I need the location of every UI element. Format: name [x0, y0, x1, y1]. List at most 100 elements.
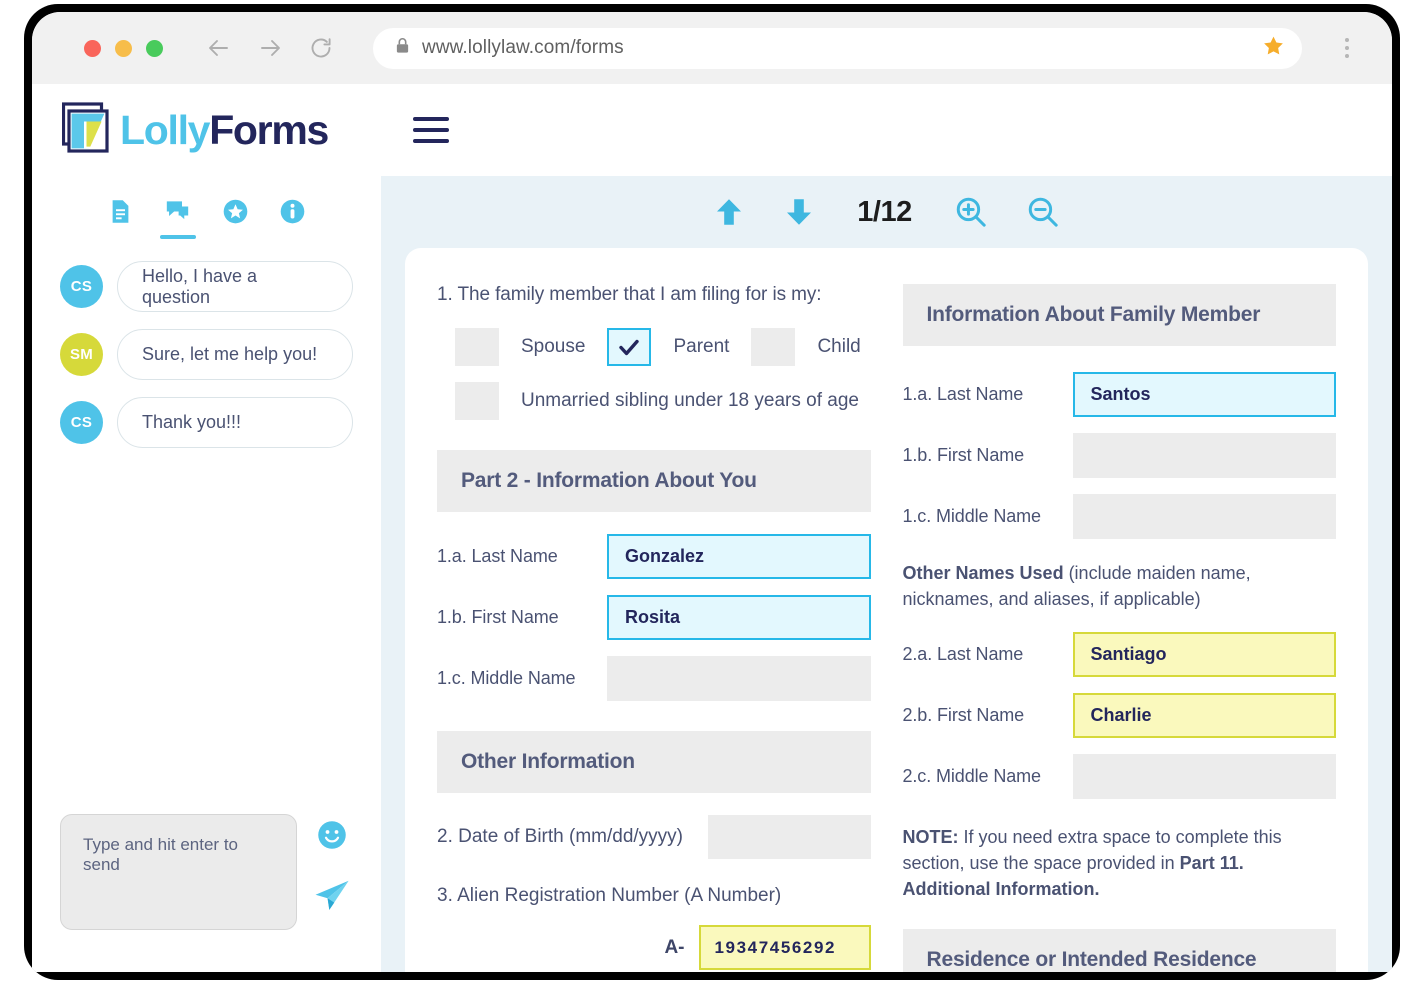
- zoom-in-icon[interactable]: [954, 195, 988, 229]
- checkmark-icon: [619, 339, 640, 356]
- chat-bubble: Sure, let me help you!: [117, 329, 353, 380]
- section-heading-family-member: Information About Family Member: [902, 284, 1336, 346]
- chat-message: SM Sure, let me help you!: [60, 329, 353, 380]
- browser-chrome: www.lollylaw.com/forms: [32, 12, 1392, 84]
- browser-nav-buttons: [207, 36, 333, 60]
- date-of-birth-label: 2. Date of Birth (mm/dd/yyyy): [437, 826, 684, 847]
- other-name-input-last-name[interactable]: Santiago: [1072, 632, 1336, 678]
- note-label: NOTE:: [902, 827, 959, 848]
- sidebar: LollyForms CS Hello, I have a question S…: [32, 84, 381, 972]
- app-body: LollyForms CS Hello, I have a question S…: [32, 84, 1392, 972]
- bookmark-star-icon[interactable]: [1263, 35, 1284, 61]
- viewer-toolbar: 1/12: [397, 176, 1376, 248]
- checkbox-parent[interactable]: [607, 328, 652, 366]
- family-field-input-last-name[interactable]: Santos: [1072, 372, 1336, 417]
- field-row: 1.b. First Name: [902, 433, 1336, 478]
- field-row: 1.a. Last Name Gonzalez: [437, 534, 871, 579]
- other-name-input-first-name[interactable]: Charlie: [1072, 693, 1336, 739]
- form-page-card: 1. The family member that I am filing fo…: [405, 248, 1368, 972]
- checkbox-unmarried-sibling[interactable]: [455, 382, 499, 420]
- arrow-up-icon[interactable]: [713, 196, 745, 228]
- a-number-prefix: A-: [664, 936, 685, 958]
- back-icon[interactable]: [207, 36, 231, 60]
- page-indicator: 1/12: [857, 195, 912, 228]
- field-label: 1.a. Last Name: [437, 546, 558, 566]
- avatar: CS: [60, 401, 103, 444]
- field-label: 1.a. Last Name: [902, 384, 1024, 404]
- composer-actions: [311, 814, 353, 930]
- other-names-used-note: Other Names Used (include maiden name, n…: [903, 561, 1337, 612]
- logo-text-lolly: Lolly: [120, 106, 210, 153]
- sidebar-tab-favorites[interactable]: [213, 198, 257, 239]
- chat-message: CS Thank you!!!: [60, 397, 353, 448]
- field-label: 2.b. First Name: [902, 705, 1025, 726]
- url-text: www.lollylaw.com/forms: [422, 37, 624, 58]
- send-paper-plane-icon[interactable]: [313, 877, 351, 920]
- sidebar-tab-info[interactable]: [271, 198, 315, 239]
- chat-message: CS Hello, I have a question: [60, 261, 353, 312]
- field-row: 2.b. First Name Charlie: [902, 693, 1336, 739]
- info-icon: [281, 199, 305, 224]
- field-row: 2.a. Last Name Santiago: [902, 632, 1336, 678]
- checkbox-label-spouse: Spouse: [521, 336, 586, 357]
- date-of-birth-row: 2. Date of Birth (mm/dd/yyyy): [437, 815, 871, 859]
- avatar: CS: [60, 265, 103, 308]
- checkbox-child[interactable]: [751, 328, 796, 366]
- document-icon: [112, 200, 128, 223]
- forward-icon[interactable]: [258, 36, 282, 60]
- browser-window: www.lollylaw.com/forms LollyForms CS Hel…: [32, 12, 1392, 972]
- sidebar-tab-chat[interactable]: [156, 198, 200, 239]
- browser-menu-icon[interactable]: [1336, 38, 1358, 58]
- additional-information-note: NOTE: If you need extra space to complet…: [903, 825, 1337, 903]
- chat-message-list: CS Hello, I have a question SM Sure, let…: [32, 239, 381, 448]
- reload-icon[interactable]: [309, 36, 333, 60]
- other-names-used-bold: Other Names Used: [902, 563, 1064, 583]
- address-bar[interactable]: www.lollylaw.com/forms: [373, 27, 1302, 69]
- smiley-icon[interactable]: [317, 820, 347, 855]
- chat-input[interactable]: [60, 814, 297, 930]
- maximize-window-button[interactable]: [146, 39, 163, 57]
- logo-text-forms: Forms: [209, 106, 329, 153]
- field-label: 1.c. Middle Name: [902, 506, 1042, 526]
- family-field-input-middle-name[interactable]: [1072, 494, 1336, 539]
- hamburger-menu-icon[interactable]: [413, 117, 449, 143]
- field-label: 2.c. Middle Name: [902, 766, 1042, 787]
- field-row: 1.c. Middle Name: [437, 656, 871, 701]
- field-input-first-name[interactable]: Rosita: [607, 595, 871, 640]
- checkbox-spouse[interactable]: [455, 328, 499, 366]
- alien-registration-number-label: 3. Alien Registration Number (A Number): [437, 885, 782, 906]
- close-window-button[interactable]: [84, 39, 101, 57]
- window-traffic-lights: [84, 39, 163, 57]
- field-row: 1.c. Middle Name: [902, 494, 1336, 539]
- date-of-birth-input[interactable]: [707, 815, 871, 859]
- other-name-input-middle-name[interactable]: [1072, 754, 1336, 800]
- field-row: 2.c. Middle Name: [902, 754, 1336, 800]
- form-column-right: Information About Family Member 1.a. Las…: [902, 284, 1337, 972]
- field-label: 1.b. First Name: [437, 607, 559, 627]
- family-field-input-first-name[interactable]: [1072, 433, 1336, 478]
- field-input-middle-name[interactable]: [607, 656, 871, 701]
- lock-icon: [395, 37, 410, 59]
- question-1-options-row-2: Unmarried sibling under 18 years of age: [437, 382, 871, 420]
- chat-bubble: Hello, I have a question: [117, 261, 353, 312]
- app-logo[interactable]: LollyForms: [32, 84, 381, 176]
- checkbox-label-child: Child: [817, 336, 861, 357]
- zoom-out-icon[interactable]: [1026, 195, 1060, 229]
- main-area: 1/12 1. The family member that I am fili…: [381, 84, 1392, 972]
- arrow-down-icon[interactable]: [783, 196, 815, 228]
- field-label: 1.b. First Name: [902, 445, 1025, 465]
- minimize-window-button[interactable]: [115, 39, 132, 57]
- question-1-options-row-1: Spouse Parent Child: [437, 328, 871, 366]
- checkbox-label-unmarried-sibling: Unmarried sibling under 18 years of age: [521, 390, 859, 411]
- chat-icon: [166, 201, 189, 220]
- star-icon: [223, 199, 248, 224]
- sidebar-tabbar: [32, 182, 381, 239]
- question-1-label: 1. The family member that I am filing fo…: [437, 284, 822, 305]
- sidebar-tab-documents[interactable]: [98, 198, 142, 239]
- logo-mark-icon: [61, 101, 116, 159]
- field-input-last-name[interactable]: Gonzalez: [607, 534, 871, 579]
- a-number-input[interactable]: 19347456292: [698, 925, 871, 970]
- chat-bubble: Thank you!!!: [117, 397, 353, 448]
- field-label: 2.a. Last Name: [902, 644, 1024, 665]
- section-heading-residence: Residence or Intended Residence: [902, 928, 1336, 972]
